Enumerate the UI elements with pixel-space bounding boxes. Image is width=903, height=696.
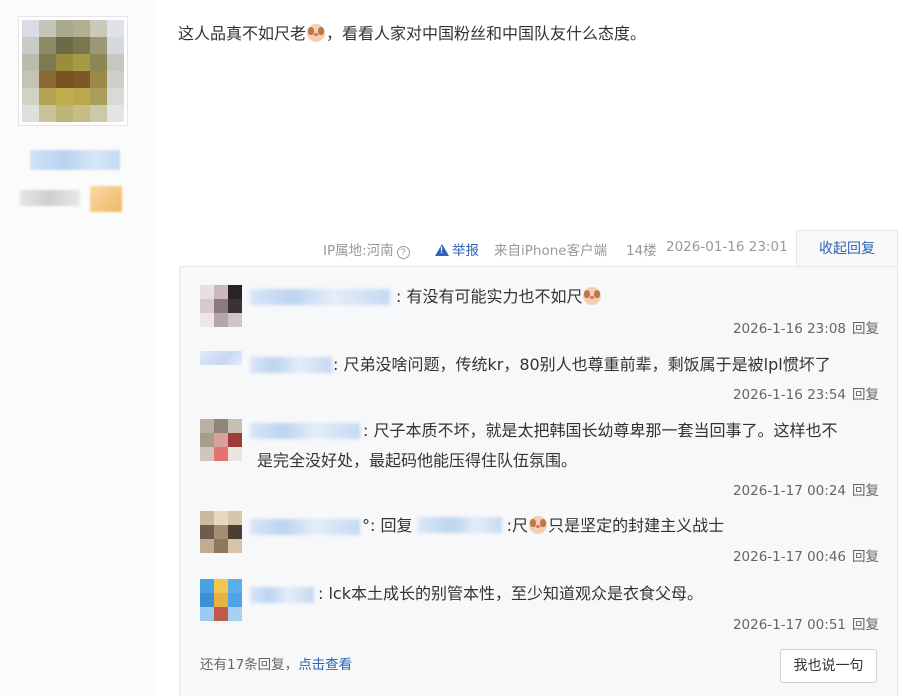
- reply-target-username-blurred[interactable]: [417, 517, 502, 533]
- reply-meta: 2026-1-17 00:51 回复: [733, 613, 879, 633]
- reply-text: : 尺弟没啥问题，传统kr，80别人也尊重前辈，剩饭属于是被lpl惯坏了: [333, 355, 831, 374]
- warning-icon: [435, 244, 449, 256]
- reply-text: °: 回复 :尺 只是坚定的封建主义战士: [362, 511, 724, 541]
- reply-button[interactable]: 回复: [852, 617, 879, 633]
- floor-number: 14楼: [626, 243, 657, 259]
- report-label: 举报: [452, 243, 479, 259]
- view-more-link[interactable]: 点击查看: [298, 657, 352, 673]
- add-reply-button[interactable]: 我也说一句: [780, 649, 877, 683]
- author-badge-icon: [90, 186, 122, 212]
- more-replies: 还有17条回复，点击查看: [200, 653, 352, 673]
- reply-avatar[interactable]: [200, 511, 242, 553]
- post-date: 2026-01-16 23:01: [666, 239, 788, 255]
- report-link[interactable]: 举报: [435, 239, 479, 259]
- ip-location-text: IP属地:河南: [323, 243, 394, 259]
- reply-text-line2: 是完全没好处，最起码他能压得住队伍氛围。: [257, 451, 578, 470]
- reply-username-blurred[interactable]: [250, 423, 360, 439]
- reply-meta: 2026-1-16 23:54 回复: [733, 383, 879, 403]
- reply-avatar[interactable]: [200, 579, 242, 621]
- reply-button[interactable]: 回复: [852, 321, 879, 337]
- author-column: [0, 0, 155, 696]
- post-content: 这人品真不如尺老 ，看看人家对中国粉丝和中国队友什么态度。: [178, 20, 646, 44]
- reply-text-line1: : 尺子本质不坏，就是太把韩国长幼尊卑那一套当回事了。这样也不: [363, 421, 838, 440]
- author-name-blurred[interactable]: [30, 150, 120, 170]
- reply-text-content: : 有没有可能实力也不如尺: [396, 287, 583, 306]
- ip-location: IP属地:河南?: [323, 239, 410, 259]
- reply-time: 2026-1-17 00:51: [732, 617, 846, 633]
- reply-username-blurred[interactable]: [250, 587, 314, 603]
- post-text-part1: 这人品真不如尺老: [178, 24, 307, 43]
- client-source: 来自iPhone客户端: [494, 243, 608, 259]
- reply-button[interactable]: 回复: [852, 387, 879, 403]
- post-meta-row: IP属地:河南? 举报 来自iPhone客户端 14楼 2026-01-16 2…: [0, 238, 903, 259]
- reply-time: 2026-1-16 23:08: [732, 321, 846, 337]
- reply-avatar[interactable]: [200, 419, 242, 461]
- reply-time: 2026-1-17 00:46: [732, 549, 846, 565]
- reply-text-part1: :尺: [501, 516, 529, 535]
- pixelated-avatar-image: [22, 20, 124, 122]
- more-replies-count: 还有17条回复，: [200, 657, 299, 673]
- reply-meta: 2026-1-17 00:24 回复: [733, 479, 879, 499]
- reply-panel: : 有没有可能实力也不如尺 2026-1-16 23:08 回复 : 尺弟没啥问题…: [179, 266, 898, 696]
- reply-meta: 2026-1-16 23:08 回复: [733, 317, 879, 337]
- reply-meta: 2026-1-17 00:46 回复: [733, 545, 879, 565]
- reply-prefix: °: 回复: [362, 516, 413, 535]
- collapse-replies-button[interactable]: 收起回复: [796, 230, 898, 267]
- dog-face-emoji-icon: [583, 287, 602, 305]
- reply-text: : 尺子本质不坏，就是太把韩国长幼尊卑那一套当回事了。这样也不 是完全没好处，最…: [257, 416, 883, 476]
- reply-button[interactable]: 回复: [852, 549, 879, 565]
- reply-username-blurred[interactable]: [250, 519, 360, 535]
- reply-username-blurred[interactable]: [250, 357, 332, 373]
- reply-time: 2026-1-16 23:54: [732, 387, 846, 403]
- reply-time: 2026-1-17 00:24: [732, 483, 846, 499]
- reply-text: : 有没有可能实力也不如尺: [396, 282, 602, 312]
- reply-username-blurred[interactable]: [250, 289, 390, 305]
- reply-avatar[interactable]: [200, 351, 242, 393]
- post-text-part2: ，看看人家对中国粉丝和中国队友什么态度。: [326, 24, 647, 43]
- author-avatar[interactable]: [18, 16, 128, 126]
- reply-text-part2: 只是坚定的封建主义战士: [548, 516, 725, 535]
- reply-avatar[interactable]: [200, 285, 242, 327]
- author-level-blurred: [20, 190, 80, 206]
- reply-button[interactable]: 回复: [852, 483, 879, 499]
- reply-text: : lck本土成长的别管本性，至少知道观众是衣食父母。: [318, 584, 703, 603]
- dog-face-emoji-icon: [307, 24, 326, 42]
- dog-face-emoji-icon: [529, 516, 548, 534]
- question-circle-icon[interactable]: ?: [396, 246, 410, 259]
